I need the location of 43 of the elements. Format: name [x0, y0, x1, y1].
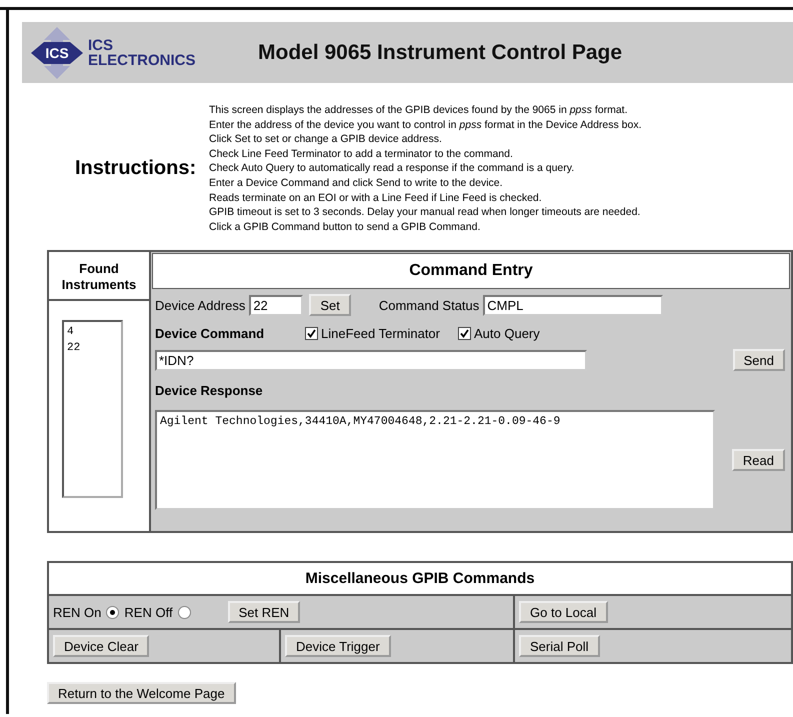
logo-text: ELECTRONICS	[88, 52, 196, 68]
set-button[interactable]: Set	[309, 294, 351, 316]
checkbox[interactable]	[458, 327, 471, 340]
instruction-line: This screen displays the addresses of the GPIB devices found by the 9065 in ppss format.	[209, 103, 628, 118]
device-command-field[interactable]: *IDN?	[155, 350, 587, 371]
field-label: Command Status	[378, 298, 480, 313]
instruction-line: Reads terminate on an EOI or with a Line Feed if Line Feed is checked.	[209, 190, 543, 206]
section-heading: Command Entry	[152, 253, 790, 290]
logo-text: ICS	[88, 38, 114, 52]
column-heading: Found Instruments	[49, 252, 149, 302]
checkbox-label: Auto Query	[474, 326, 540, 342]
radio-label: REN On	[53, 604, 102, 620]
list-item[interactable]: 22	[67, 340, 118, 356]
instruction-line: Check Line Feed Terminator to add a terminator to the command.	[209, 146, 514, 162]
instrument-list[interactable]: 4 22	[62, 320, 123, 498]
instruction-line: GPIB timeout is set to 3 seconds. Delay your manual read when longer timeouts are needed.	[209, 205, 642, 220]
instruction-line: Click a GPIB Command button to send a GPIB Command.	[209, 220, 482, 234]
radio-button[interactable]	[178, 606, 191, 619]
device-trigger-button[interactable]: Device Trigger	[285, 635, 391, 658]
device-response-field[interactable]: Agilent Technologies,34410A,MY47004648,2.21-2.21-0.09-46-9	[155, 410, 715, 510]
instruction-line: Enter the address of the device you want to control in ppss format in the Device Address box.	[209, 118, 642, 132]
instruction-line: Enter a Device Command and click Send to write to the device.	[209, 176, 504, 191]
instruction-line: Check Auto Query to automatically read a response if the command is a query.	[209, 161, 576, 176]
go-to-local-button[interactable]: Go to Local	[519, 601, 608, 624]
radio-button[interactable]	[106, 606, 120, 619]
device-clear-button[interactable]: Device Clear	[53, 635, 150, 658]
field-label: Device Command	[155, 326, 266, 342]
instruction-line: Click Set to set or change a GPIB device address.	[209, 132, 443, 147]
checkbox-label: LineFeed Terminator	[321, 326, 440, 342]
field-label: Device Response	[155, 383, 263, 398]
return-button[interactable]: Return to the Welcome Page	[47, 682, 236, 704]
send-button[interactable]: Send	[732, 349, 785, 372]
list-item[interactable]: 4	[67, 324, 118, 340]
read-button[interactable]: Read	[732, 449, 785, 472]
field-label: Device Address	[155, 298, 246, 313]
command-status-field[interactable]: CMPL	[483, 294, 664, 316]
checkbox[interactable]	[305, 327, 318, 340]
serial-poll-button[interactable]: Serial Poll	[519, 635, 600, 658]
instructions-heading: Instructions:	[75, 157, 198, 180]
set-ren-button[interactable]: Set REN	[228, 601, 300, 624]
device-address-field[interactable]: 22	[249, 294, 304, 316]
page-title: Model 9065 Instrument Control Page	[258, 40, 622, 64]
radio-label: REN Off	[124, 604, 173, 620]
